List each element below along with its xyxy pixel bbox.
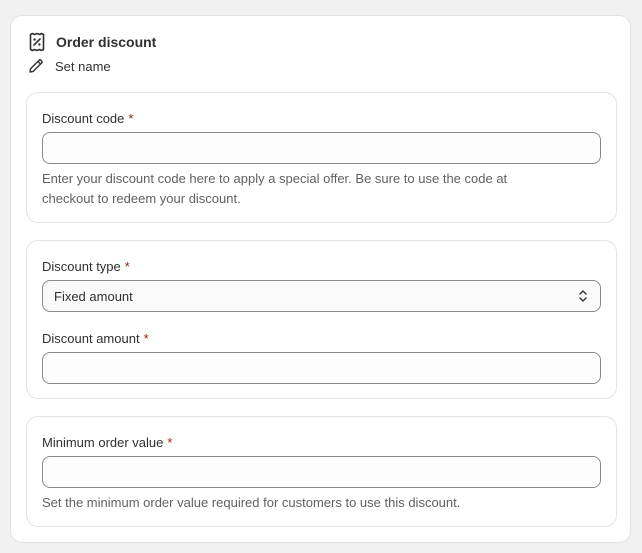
discount-amount-input[interactable] <box>42 352 601 384</box>
required-marker: * <box>143 331 149 346</box>
card-header: Order discount <box>27 32 156 52</box>
minimum-order-input[interactable] <box>42 456 601 488</box>
order-discount-card: Order discount Set name Discount code * … <box>10 15 631 543</box>
discount-type-section: Discount type * Fixed amount Discount am… <box>26 240 617 399</box>
discount-amount-label: Discount amount * <box>42 331 149 346</box>
pencil-icon <box>27 57 45 75</box>
discount-code-label-text: Discount code <box>42 111 125 126</box>
discount-type-label-text: Discount type <box>42 259 121 274</box>
card-title: Order discount <box>56 34 157 50</box>
discount-receipt-icon <box>27 32 47 52</box>
discount-type-selected-value: Fixed amount <box>54 288 133 304</box>
minimum-order-label: Minimum order value * <box>42 435 172 450</box>
discount-code-label: Discount code * <box>42 111 133 126</box>
minimum-order-label-text: Minimum order value <box>42 435 164 450</box>
minimum-order-section: Minimum order value * Set the minimum or… <box>26 416 617 527</box>
select-chevron-icon <box>578 289 588 303</box>
set-name-label: Set name <box>55 58 111 74</box>
discount-amount-label-text: Discount amount <box>42 331 140 346</box>
discount-type-label: Discount type * <box>42 259 130 274</box>
required-marker: * <box>124 259 130 274</box>
set-name-button[interactable]: Set name <box>27 57 111 75</box>
minimum-order-help-text: Set the minimum order value required for… <box>42 495 461 510</box>
discount-code-input[interactable] <box>42 132 601 164</box>
discount-code-help-text: Enter your discount code here to apply a… <box>42 171 508 206</box>
discount-code-section: Discount code * Enter your discount code… <box>26 92 617 223</box>
required-marker: * <box>128 111 134 126</box>
required-marker: * <box>167 435 173 450</box>
discount-type-select[interactable]: Fixed amount <box>42 280 601 312</box>
